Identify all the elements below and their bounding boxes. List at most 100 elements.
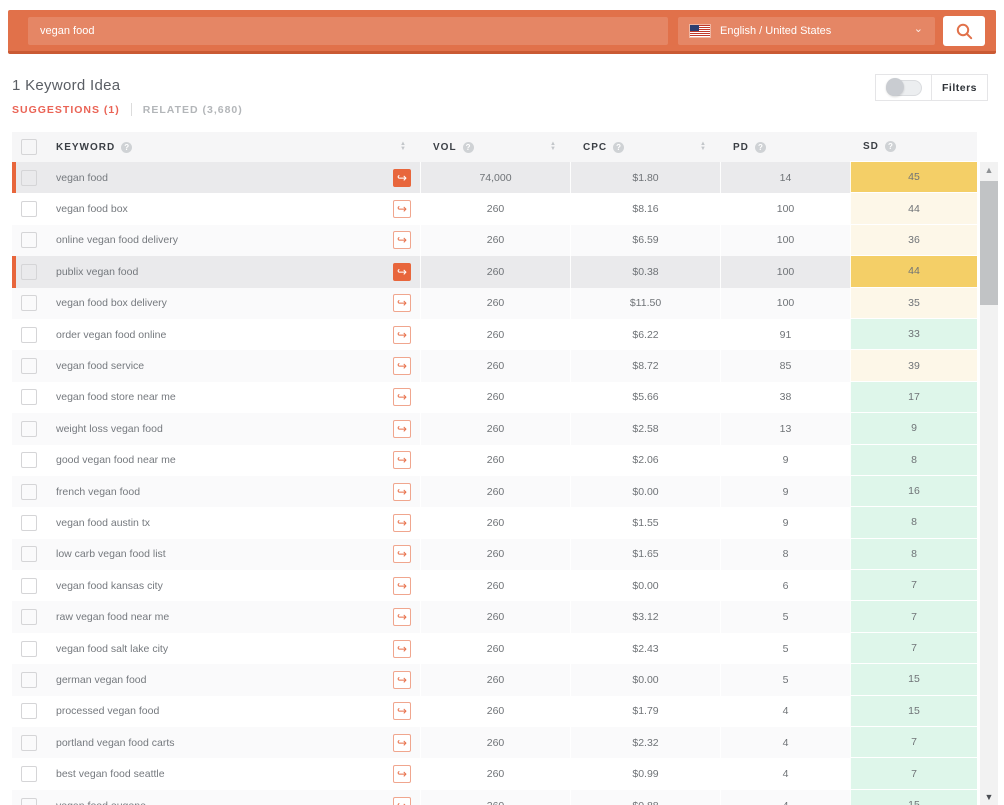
open-keyword-button[interactable]: ↪ xyxy=(393,640,411,658)
tab-suggestions[interactable]: SUGGESTIONS (1) xyxy=(12,104,120,116)
column-header-pd[interactable]: PD ? xyxy=(720,132,850,162)
scrollbar-thumb[interactable] xyxy=(980,181,998,305)
row-checkbox[interactable] xyxy=(21,515,37,531)
help-icon[interactable]: ? xyxy=(885,141,896,152)
row-checkbox[interactable] xyxy=(21,578,37,594)
search-button[interactable] xyxy=(943,16,985,46)
table-row[interactable]: vegan food salt lake city ↪ 260 $2.43 5 … xyxy=(12,633,977,664)
open-keyword-button[interactable]: ↪ xyxy=(393,514,411,532)
help-icon[interactable]: ? xyxy=(755,142,766,153)
filters-toggle[interactable] xyxy=(886,80,922,96)
open-keyword-button[interactable]: ↪ xyxy=(393,671,411,689)
open-keyword-button[interactable]: ↪ xyxy=(393,357,411,375)
scroll-down-icon[interactable]: ▼ xyxy=(980,789,998,805)
open-keyword-button[interactable]: ↪ xyxy=(393,263,411,281)
table-row[interactable]: weight loss vegan food ↪ 260 $2.58 13 9 xyxy=(12,413,977,444)
open-keyword-button[interactable]: ↪ xyxy=(393,765,411,783)
row-checkbox[interactable] xyxy=(21,264,37,280)
table-row[interactable]: processed vegan food ↪ 260 $1.79 4 15 xyxy=(12,696,977,727)
row-checkbox-cell xyxy=(12,288,46,319)
row-checkbox[interactable] xyxy=(21,735,37,751)
open-keyword-button[interactable]: ↪ xyxy=(393,608,411,626)
column-header-sd[interactable]: SD ? xyxy=(850,132,977,162)
column-header-vol[interactable]: VOL ? ▲▼ xyxy=(420,132,570,162)
language-select[interactable]: English / United States ⌄ xyxy=(678,17,935,45)
table-row[interactable]: vegan food eugene ↪ 260 $0.88 4 15 xyxy=(12,790,977,805)
tab-related[interactable]: RELATED (3,680) xyxy=(143,104,243,116)
sort-icon[interactable]: ▲▼ xyxy=(550,142,556,152)
cpc-cell: $8.16 xyxy=(570,193,720,224)
open-keyword-button[interactable]: ↪ xyxy=(393,483,411,501)
row-checkbox[interactable] xyxy=(21,295,37,311)
table-row[interactable]: vegan food austin tx ↪ 260 $1.55 9 8 xyxy=(12,507,977,538)
open-keyword-button[interactable]: ↪ xyxy=(393,326,411,344)
table-row[interactable]: vegan food service ↪ 260 $8.72 85 39 xyxy=(12,350,977,381)
row-checkbox[interactable] xyxy=(21,641,37,657)
row-checkbox[interactable] xyxy=(21,358,37,374)
open-keyword-button[interactable]: ↪ xyxy=(393,451,411,469)
row-checkbox[interactable] xyxy=(21,798,37,805)
row-checkbox[interactable] xyxy=(21,766,37,782)
table-row[interactable]: order vegan food online ↪ 260 $6.22 91 3… xyxy=(12,319,977,350)
open-keyword-button[interactable]: ↪ xyxy=(393,420,411,438)
keyword-text: raw vegan food near me xyxy=(56,611,393,623)
table-row[interactable]: french vegan food ↪ 260 $0.00 9 16 xyxy=(12,476,977,507)
search-input[interactable] xyxy=(28,17,668,45)
table-row[interactable]: online vegan food delivery ↪ 260 $6.59 1… xyxy=(12,225,977,256)
row-checkbox[interactable] xyxy=(21,421,37,437)
filters-button[interactable]: Filters xyxy=(936,81,983,95)
keyword-cell: vegan food kansas city ↪ xyxy=(46,570,420,601)
row-checkbox[interactable] xyxy=(21,546,37,562)
column-header-cpc[interactable]: CPC ? ▲▼ xyxy=(570,132,720,162)
help-icon[interactable]: ? xyxy=(463,142,474,153)
row-checkbox[interactable] xyxy=(21,484,37,500)
select-all-checkbox[interactable] xyxy=(21,139,37,155)
table-row[interactable]: low carb vegan food list ↪ 260 $1.65 8 8 xyxy=(12,539,977,570)
table-row[interactable]: vegan food box ↪ 260 $8.16 100 44 xyxy=(12,193,977,224)
open-keyword-button[interactable]: ↪ xyxy=(393,231,411,249)
table-row[interactable]: german vegan food ↪ 260 $0.00 5 15 xyxy=(12,664,977,695)
table-row[interactable]: good vegan food near me ↪ 260 $2.06 9 8 xyxy=(12,445,977,476)
sd-cell: 35 xyxy=(850,288,977,319)
sort-icon[interactable]: ▲▼ xyxy=(400,142,406,152)
table-row[interactable]: portland vegan food carts ↪ 260 $2.32 4 … xyxy=(12,727,977,758)
open-keyword-button[interactable]: ↪ xyxy=(393,734,411,752)
table-scrollbar[interactable]: ▲ ▼ xyxy=(980,162,998,805)
help-icon[interactable]: ? xyxy=(121,142,132,153)
row-checkbox[interactable] xyxy=(21,672,37,688)
open-keyword-button[interactable]: ↪ xyxy=(393,169,411,187)
open-keyword-button[interactable]: ↪ xyxy=(393,797,411,805)
row-checkbox[interactable] xyxy=(21,170,37,186)
row-checkbox[interactable] xyxy=(21,201,37,217)
row-checkbox[interactable] xyxy=(21,327,37,343)
vol-cell: 260 xyxy=(420,288,570,319)
pd-cell: 9 xyxy=(720,507,850,538)
table-row[interactable]: raw vegan food near me ↪ 260 $3.12 5 7 xyxy=(12,601,977,632)
scroll-up-icon[interactable]: ▲ xyxy=(980,162,998,178)
open-keyword-button[interactable]: ↪ xyxy=(393,294,411,312)
open-keyword-button[interactable]: ↪ xyxy=(393,545,411,563)
open-keyword-button[interactable]: ↪ xyxy=(393,577,411,595)
open-keyword-button[interactable]: ↪ xyxy=(393,388,411,406)
table-row[interactable]: best vegan food seattle ↪ 260 $0.99 4 7 xyxy=(12,758,977,789)
table-row[interactable]: vegan food ↪ 74,000 $1.80 14 45 xyxy=(12,162,977,193)
toggle-knob[interactable] xyxy=(886,78,904,96)
table-row[interactable]: vegan food store near me ↪ 260 $5.66 38 … xyxy=(12,382,977,413)
row-checkbox[interactable] xyxy=(21,232,37,248)
table-row[interactable]: vegan food box delivery ↪ 260 $11.50 100… xyxy=(12,288,977,319)
sd-cell: 8 xyxy=(850,445,977,476)
sd-cell: 7 xyxy=(850,727,977,758)
row-checkbox[interactable] xyxy=(21,452,37,468)
sort-icon[interactable]: ▲▼ xyxy=(700,142,706,152)
row-checkbox[interactable] xyxy=(21,609,37,625)
keyword-text: vegan food box xyxy=(56,203,393,215)
open-keyword-button[interactable]: ↪ xyxy=(393,200,411,218)
table-row[interactable]: publix vegan food ↪ 260 $0.38 100 44 xyxy=(12,256,977,287)
column-header-keyword[interactable]: KEYWORD ? ▲▼ xyxy=(46,132,420,162)
row-checkbox[interactable] xyxy=(21,389,37,405)
help-icon[interactable]: ? xyxy=(613,142,624,153)
open-keyword-button[interactable]: ↪ xyxy=(393,702,411,720)
row-checkbox[interactable] xyxy=(21,703,37,719)
table-row[interactable]: vegan food kansas city ↪ 260 $0.00 6 7 xyxy=(12,570,977,601)
keyword-cell: raw vegan food near me ↪ xyxy=(46,601,420,632)
